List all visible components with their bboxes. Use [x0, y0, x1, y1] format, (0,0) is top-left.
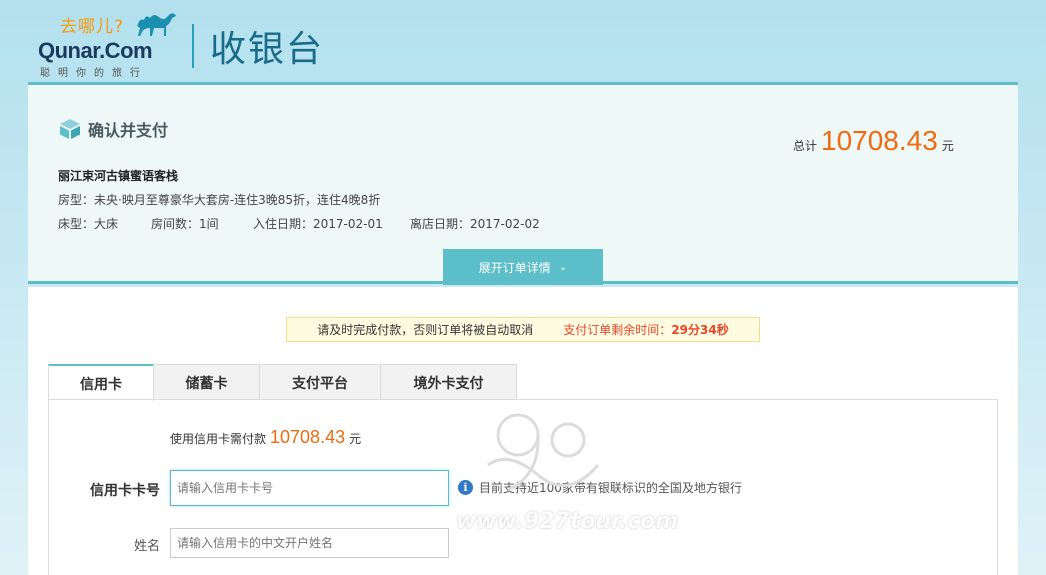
confirm-title: 确认并支付 [88, 121, 169, 140]
notice-message: 请及时完成付款，否则订单将被自动取消 [317, 323, 534, 337]
need-pay-row: 使用信用卡需付款 10708.43 元 [170, 427, 361, 448]
need-pay-amount: 10708.43 [270, 427, 346, 447]
card-hint-text: 目前支持近100家带有银联标识的全国及地方银行 [479, 481, 742, 495]
total-amount: 10708.43 [821, 125, 938, 156]
order-summary-panel: 确认并支付 丽江束河古镇蜜语客栈 房型：未央·映月至尊豪华大套房-连住3晚85折… [28, 82, 1018, 285]
cardholder-name-input[interactable] [170, 528, 449, 558]
total-label: 总计 [793, 139, 818, 153]
card-number-label: 信用卡卡号 [90, 483, 160, 499]
timer-label: 支付订单剩余时间： [563, 323, 672, 337]
header: 去哪儿? Qunar.Com 聪明你的旅行 收银台 [0, 0, 1046, 82]
hotel-name: 丽江束河古镇蜜语客栈 [58, 169, 179, 183]
logo-subtitle: 聪明你的旅行 [40, 68, 148, 79]
name-label: 姓名 [133, 539, 160, 554]
confirm-heading: 确认并支付 [58, 117, 168, 141]
bed-type: 床型：大床 [58, 217, 119, 231]
chevron-down-icon: ⌄ [558, 261, 568, 273]
camel-icon [137, 13, 176, 37]
header-divider [192, 24, 194, 68]
total-unit: 元 [941, 139, 954, 153]
order-detail-row: 床型：大床 房间数：1间 入住日期：2017-02-01 离店日期：2017-02-0… [58, 215, 540, 232]
page-title: 收银台 [210, 29, 325, 70]
expand-label: 展开订单详情 [478, 260, 551, 275]
room-type: 房型：未央·映月至尊豪华大套房-连住3晚85折，连住4晚8折 [58, 193, 381, 207]
logo-slogan: 去哪儿? [60, 17, 125, 37]
package-icon [60, 119, 80, 139]
expand-order-details-button[interactable]: 展开订单详情 ⌄ [443, 249, 603, 285]
tab-payment-platform[interactable]: 支付平台 [259, 364, 381, 400]
checkout-date: 离店日期：2017-02-02 [410, 217, 540, 231]
payment-area: 请及时完成付款，否则订单将被自动取消 支付订单剩余时间： 29分34秒 信用卡 … [28, 287, 1018, 575]
order-total: 总计 10708.43 元 [793, 125, 954, 157]
need-pay-label: 使用信用卡需付款 [170, 432, 267, 446]
card-hint: i 目前支持近100家带有银联标识的全国及地方银行 [458, 479, 742, 496]
checkin-date: 入住日期：2017-02-01 [253, 217, 383, 231]
payment-tabs: 信用卡 储蓄卡 支付平台 境外卡支付 [48, 364, 517, 401]
countdown-timer: 29分34秒 [671, 323, 729, 337]
tab-debit-card[interactable]: 储蓄卡 [153, 364, 260, 400]
tab-overseas-card[interactable]: 境外卡支付 [380, 364, 517, 400]
card-number-input[interactable] [170, 470, 449, 506]
room-count: 房间数：1间 [151, 217, 219, 231]
need-pay-unit: 元 [349, 432, 362, 446]
info-icon: i [458, 480, 473, 495]
tab-credit-card[interactable]: 信用卡 [48, 364, 154, 401]
qunar-logo[interactable]: 去哪儿? Qunar.Com 聪明你的旅行 [38, 10, 180, 79]
logo-brand: Qunar.Com [38, 38, 153, 63]
payment-notice: 请及时完成付款，否则订单将被自动取消 支付订单剩余时间： 29分34秒 [286, 317, 760, 342]
